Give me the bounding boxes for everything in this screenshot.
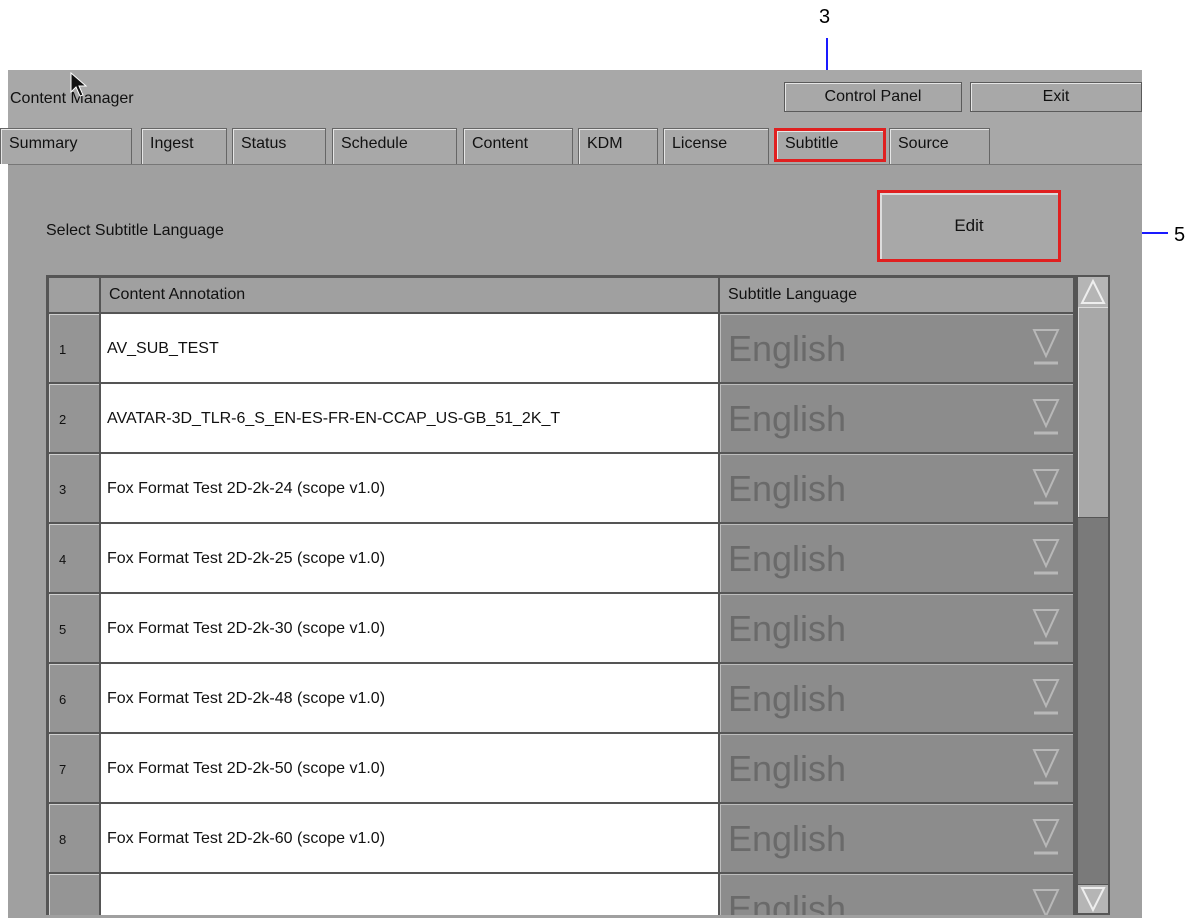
- dropdown-arrow-icon[interactable]: [1032, 328, 1060, 368]
- tab-content[interactable]: Content: [463, 128, 573, 164]
- scroll-up-button[interactable]: [1078, 277, 1108, 308]
- subtitle-table: Content Annotation Subtitle Language 1 A…: [46, 275, 1076, 915]
- dropdown-arrow-icon[interactable]: [1032, 678, 1060, 718]
- content-manager-window: Content Manager Control Panel Exit Summa…: [0, 70, 1142, 918]
- row-number: 4: [48, 523, 100, 593]
- tab-license[interactable]: License: [663, 128, 769, 164]
- row-number: 7: [48, 733, 100, 803]
- table-scrollbar[interactable]: [1076, 275, 1110, 915]
- row-number: 1: [48, 313, 100, 383]
- tab-status[interactable]: Status: [232, 128, 326, 164]
- table-row[interactable]: 4 Fox Format Test 2D-2k-25 (scope v1.0) …: [48, 523, 1074, 593]
- table-row[interactable]: 2 AVATAR-3D_TLR-6_S_EN-ES-FR-EN-CCAP_US-…: [48, 383, 1074, 453]
- row-number: 8: [48, 803, 100, 873]
- dropdown-arrow-icon[interactable]: [1032, 468, 1060, 508]
- tab-ingest[interactable]: Ingest: [141, 128, 227, 164]
- table-row[interactable]: English: [48, 873, 1074, 915]
- subtitle-language-dropdown[interactable]: English: [719, 383, 1074, 453]
- subtitle-language-dropdown[interactable]: English: [719, 663, 1074, 733]
- language-value: English: [728, 468, 847, 509]
- row-number: 2: [48, 383, 100, 453]
- tab-kdm[interactable]: KDM: [578, 128, 658, 164]
- subtitle-language-dropdown[interactable]: English: [719, 523, 1074, 593]
- row-number: 3: [48, 453, 100, 523]
- language-value: English: [728, 818, 847, 859]
- content-annotation-cell: Fox Format Test 2D-2k-50 (scope v1.0): [100, 733, 719, 803]
- subtitle-language-dropdown[interactable]: English: [719, 803, 1074, 873]
- callout-5: 5: [1174, 224, 1186, 246]
- content-annotation-cell: Fox Format Test 2D-2k-30 (scope v1.0): [100, 593, 719, 663]
- language-value: English: [728, 608, 847, 649]
- subtitle-language-dropdown[interactable]: English: [719, 313, 1074, 383]
- content-annotation-cell: [100, 873, 719, 915]
- table-row[interactable]: 6 Fox Format Test 2D-2k-48 (scope v1.0) …: [48, 663, 1074, 733]
- control-panel-button[interactable]: Control Panel: [784, 82, 962, 112]
- dropdown-arrow-icon[interactable]: [1032, 818, 1060, 858]
- language-value: English: [728, 748, 847, 789]
- edit-button[interactable]: Edit: [877, 190, 1061, 262]
- subtitle-language-dropdown[interactable]: English: [719, 873, 1074, 915]
- tab-source[interactable]: Source: [889, 128, 990, 164]
- language-value: English: [728, 888, 847, 915]
- scroll-thumb[interactable]: [1078, 307, 1108, 518]
- dropdown-arrow-icon[interactable]: [1032, 398, 1060, 438]
- tab-schedule[interactable]: Schedule: [332, 128, 457, 164]
- table-row[interactable]: 3 Fox Format Test 2D-2k-24 (scope v1.0) …: [48, 453, 1074, 523]
- header-num: [48, 277, 100, 313]
- dropdown-arrow-icon[interactable]: [1032, 888, 1060, 915]
- table-row[interactable]: 7 Fox Format Test 2D-2k-50 (scope v1.0) …: [48, 733, 1074, 803]
- content-annotation-cell: Fox Format Test 2D-2k-60 (scope v1.0): [100, 803, 719, 873]
- row-number: [48, 873, 100, 915]
- mouse-cursor-icon: [70, 72, 88, 97]
- table-row[interactable]: 5 Fox Format Test 2D-2k-30 (scope v1.0) …: [48, 593, 1074, 663]
- triangle-down-icon: [1080, 887, 1106, 913]
- header-subtitle-language: Subtitle Language: [719, 277, 1074, 313]
- table-row[interactable]: 8 Fox Format Test 2D-2k-60 (scope v1.0) …: [48, 803, 1074, 873]
- callout-3: 3: [819, 6, 831, 28]
- exit-button[interactable]: Exit: [970, 82, 1142, 112]
- dropdown-arrow-icon[interactable]: [1032, 608, 1060, 648]
- language-value: English: [728, 328, 847, 369]
- content-annotation-cell: AV_SUB_TEST: [100, 313, 719, 383]
- header-content-annotation: Content Annotation: [100, 277, 719, 313]
- content-annotation-cell: Fox Format Test 2D-2k-48 (scope v1.0): [100, 663, 719, 733]
- subtitle-language-dropdown[interactable]: English: [719, 733, 1074, 803]
- row-number: 5: [48, 593, 100, 663]
- content-annotation-cell: Fox Format Test 2D-2k-25 (scope v1.0): [100, 523, 719, 593]
- content-annotation-cell: AVATAR-3D_TLR-6_S_EN-ES-FR-EN-CCAP_US-GB…: [100, 383, 719, 453]
- row-number: 6: [48, 663, 100, 733]
- table-row[interactable]: 1 AV_SUB_TEST English: [48, 313, 1074, 383]
- language-value: English: [728, 398, 847, 439]
- tab-subtitle[interactable]: Subtitle: [774, 128, 886, 162]
- subtitle-language-dropdown[interactable]: English: [719, 453, 1074, 523]
- tab-summary[interactable]: Summary: [0, 128, 132, 164]
- dropdown-arrow-icon[interactable]: [1032, 538, 1060, 578]
- content-annotation-cell: Fox Format Test 2D-2k-24 (scope v1.0): [100, 453, 719, 523]
- subtitle-language-dropdown[interactable]: English: [719, 593, 1074, 663]
- select-subtitle-language-label: Select Subtitle Language: [46, 222, 224, 239]
- dropdown-arrow-icon[interactable]: [1032, 748, 1060, 788]
- triangle-up-icon: [1080, 278, 1106, 304]
- language-value: English: [728, 538, 847, 579]
- scroll-down-button[interactable]: [1078, 884, 1108, 913]
- language-value: English: [728, 678, 847, 719]
